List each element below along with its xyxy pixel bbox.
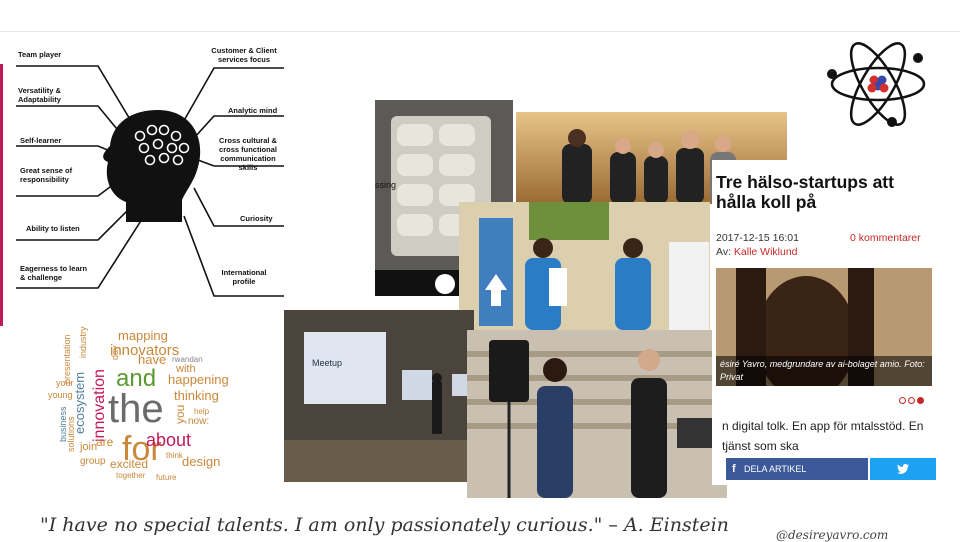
article-title: Tre hälso-startups att hålla koll på — [716, 172, 894, 212]
cloud-word: presentation — [62, 334, 72, 384]
cloud-word: think — [166, 451, 184, 460]
cloud-word: industry — [78, 326, 88, 358]
mindmap-label-right: Customer & Client services focus — [211, 46, 277, 64]
cloud-word: now: — [188, 416, 209, 427]
pills-overlay-text: ssing — [375, 180, 397, 190]
article-byline: Av: Kalle Wiklund — [716, 246, 798, 258]
carousel-dot[interactable] — [899, 397, 906, 404]
mindmap-label-right: Analytic mind — [228, 106, 278, 115]
mindmap-label-left: Eagerness to learn & challenge — [20, 264, 88, 282]
facebook-icon: f — [732, 463, 736, 475]
mindmap-label-left: Versatility & Adaptability — [18, 86, 61, 104]
news-article-card: Tre hälso-startups att hålla koll på 201… — [712, 160, 936, 485]
speakers-photo — [467, 330, 727, 498]
comments-count: 0 — [850, 232, 856, 244]
twitter-icon — [897, 464, 909, 474]
cloud-word: design — [182, 454, 220, 469]
mindmap-label-left: Great sense of responsibility — [20, 166, 73, 184]
share-facebook-button[interactable]: f DELA ARTIKEL — [726, 458, 868, 480]
accent-bar — [0, 64, 3, 326]
comments-label: kommentarer — [858, 232, 921, 244]
top-divider — [0, 31, 960, 32]
share-facebook-label: DELA ARTIKEL — [744, 464, 807, 474]
mindmap-label-right: Curiosity — [240, 214, 273, 223]
mindmap-label-right: International profile — [221, 268, 267, 286]
skills-mindmap: Team player Versatility & Adaptability S… — [14, 38, 286, 300]
cloud-word: young — [48, 390, 73, 400]
mindmap-label-left: Team player — [18, 50, 62, 59]
cloud-word: join — [79, 441, 97, 453]
carousel-dot[interactable] — [908, 397, 915, 404]
mindmap-label-right: Cross cultural & cross functional commun… — [219, 136, 277, 172]
author-link[interactable]: Kalle Wiklund — [734, 246, 798, 258]
cloud-word: you — [173, 405, 187, 424]
cloud-word: future — [156, 473, 177, 482]
atom-icon — [826, 34, 930, 134]
cloud-word: group — [80, 456, 106, 467]
mindmap-label-left: Self-learner — [20, 136, 62, 145]
cloud-word: day — [110, 345, 120, 360]
cloud-word: solutions — [66, 416, 76, 452]
cloud-word: have — [138, 352, 166, 367]
room-screen-text: Meetup — [312, 358, 343, 368]
mindmap-label-left: Ability to listen — [26, 224, 80, 233]
cloud-word: about — [146, 430, 191, 450]
cloud-word: thinking — [174, 388, 219, 403]
cloud-word: help — [194, 407, 210, 416]
author-prefix: Av: — [716, 246, 731, 258]
cloud-word: together — [116, 471, 146, 480]
stage-presentation-photo — [459, 202, 710, 330]
article-photo: ésiré Yavro, medgrundare av ai-bolaget a… — [716, 268, 932, 386]
cloud-word: excited — [110, 457, 148, 471]
cloud-word: the — [108, 387, 164, 431]
einstein-quote: "I have no special talents. I am only pa… — [40, 514, 729, 536]
carousel-dots — [897, 396, 924, 406]
word-cloud: mapping innovators and the for about inn… — [44, 322, 250, 484]
cloud-word: rwandan — [172, 355, 203, 364]
carousel-dot-active[interactable] — [917, 397, 924, 404]
cloud-word: innovation — [91, 369, 108, 442]
article-date: 2017-12-15 16:01 — [716, 232, 799, 244]
meetup-room-photo: Meetup — [284, 310, 474, 482]
article-body: n digital tolk. En app för mtalsstöd. En… — [722, 419, 924, 453]
article-photo-caption: ésiré Yavro, medgrundare av ai-bolaget a… — [716, 356, 932, 386]
article-comments[interactable]: 0 kommentarer — [850, 232, 921, 244]
cloud-word: with — [175, 363, 196, 375]
share-twitter-button[interactable] — [870, 458, 936, 480]
cloud-word: mapping — [118, 328, 168, 343]
head-silhouette — [103, 110, 201, 222]
cloud-word: are — [96, 435, 114, 449]
